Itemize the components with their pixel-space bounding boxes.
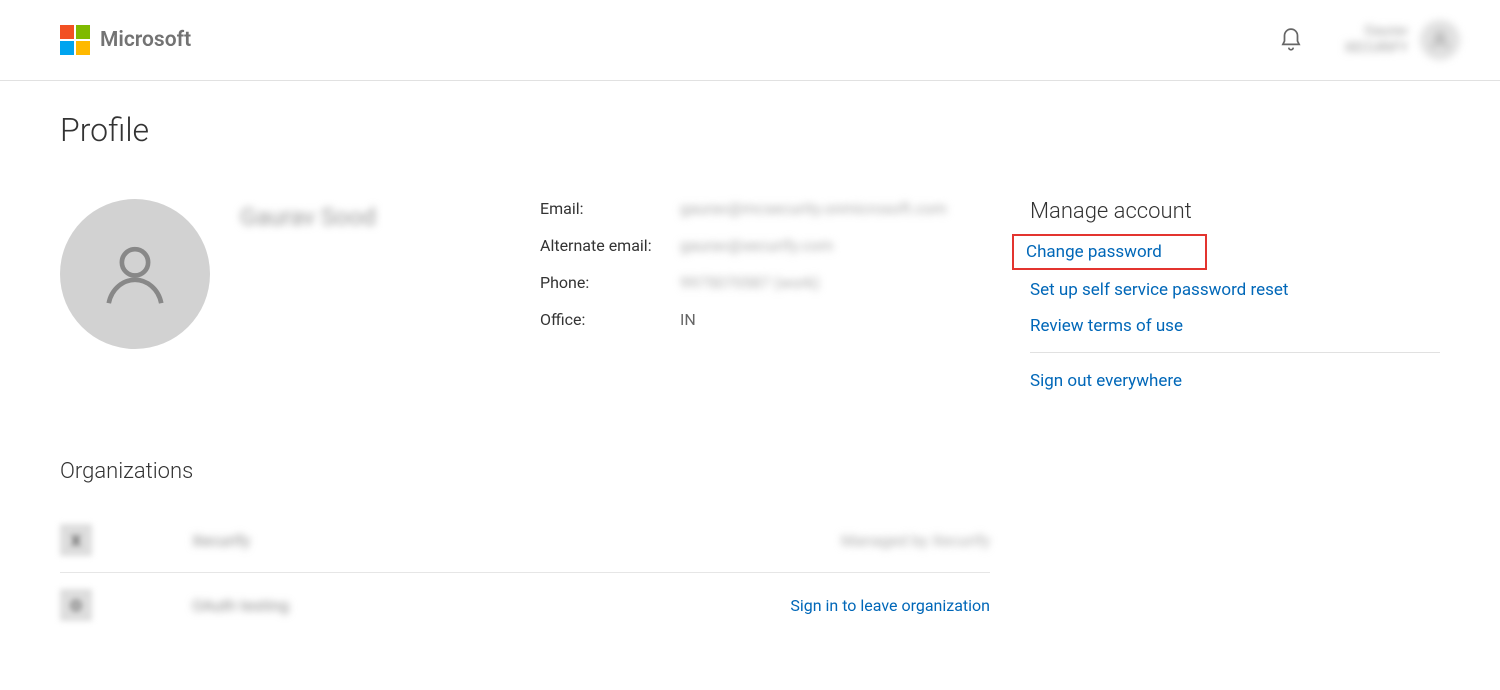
organizations-title: Organizations xyxy=(60,459,1440,484)
microsoft-logo-icon xyxy=(60,25,90,55)
office-value: IN xyxy=(680,310,696,329)
org-name: OAuth testing xyxy=(192,596,289,615)
page-title: Profile xyxy=(60,111,1440,149)
notifications-icon[interactable] xyxy=(1278,27,1304,53)
phone-value: 9975070587 (work) xyxy=(680,273,820,292)
user-menu[interactable]: Gaurav XECURIFY xyxy=(1344,20,1460,60)
leave-organization-link[interactable]: Sign in to leave organization xyxy=(790,596,990,615)
manage-account-title: Manage account xyxy=(1030,199,1440,224)
alt-email-value: gaurav@xecurify.com xyxy=(680,236,833,255)
org-name: Xecurify xyxy=(192,531,250,550)
organization-row: X Xecurify Managed by Xecurify xyxy=(60,508,990,573)
content: Profile Gaurav Sood Email: gaurav@mcsecu… xyxy=(0,81,1500,667)
contact-column: Email: gaurav@mcsecurity.onmicrosoft.com… xyxy=(540,199,1030,347)
header-actions: Gaurav XECURIFY xyxy=(1278,20,1460,60)
profile-avatar xyxy=(60,199,210,349)
profile-section: Gaurav Sood Email: gaurav@mcsecurity.onm… xyxy=(60,199,1440,399)
brand-name: Microsoft xyxy=(100,28,191,52)
avatar-icon xyxy=(1420,20,1460,60)
alt-email-label: Alternate email: xyxy=(540,236,680,255)
header: Microsoft Gaurav XECURIFY xyxy=(0,0,1500,81)
sspr-link[interactable]: Set up self service password reset xyxy=(1030,272,1440,308)
brand-logo[interactable]: Microsoft xyxy=(60,25,191,55)
review-terms-link[interactable]: Review terms of use xyxy=(1030,308,1440,344)
org-badge-icon: X xyxy=(60,524,92,556)
org-badge-icon: O xyxy=(60,589,92,621)
change-password-highlight: Change password xyxy=(1012,234,1207,270)
display-name: Gaurav Sood xyxy=(240,203,376,231)
manage-account-column: Manage account Change password Set up se… xyxy=(1030,199,1440,399)
sign-out-everywhere-link[interactable]: Sign out everywhere xyxy=(1030,363,1440,399)
phone-label: Phone: xyxy=(540,273,680,292)
header-user-org: XECURIFY xyxy=(1344,40,1408,57)
change-password-link[interactable]: Change password xyxy=(1026,242,1162,262)
email-value: gaurav@mcsecurity.onmicrosoft.com xyxy=(680,199,947,218)
identity-column: Gaurav Sood xyxy=(60,199,540,349)
header-user-name: Gaurav xyxy=(1344,23,1408,40)
organization-row: O OAuth testing Sign in to leave organiz… xyxy=(60,573,990,637)
org-managed-label: Managed by Xecurify xyxy=(841,531,990,550)
office-label: Office: xyxy=(540,310,680,329)
email-label: Email: xyxy=(540,199,680,218)
